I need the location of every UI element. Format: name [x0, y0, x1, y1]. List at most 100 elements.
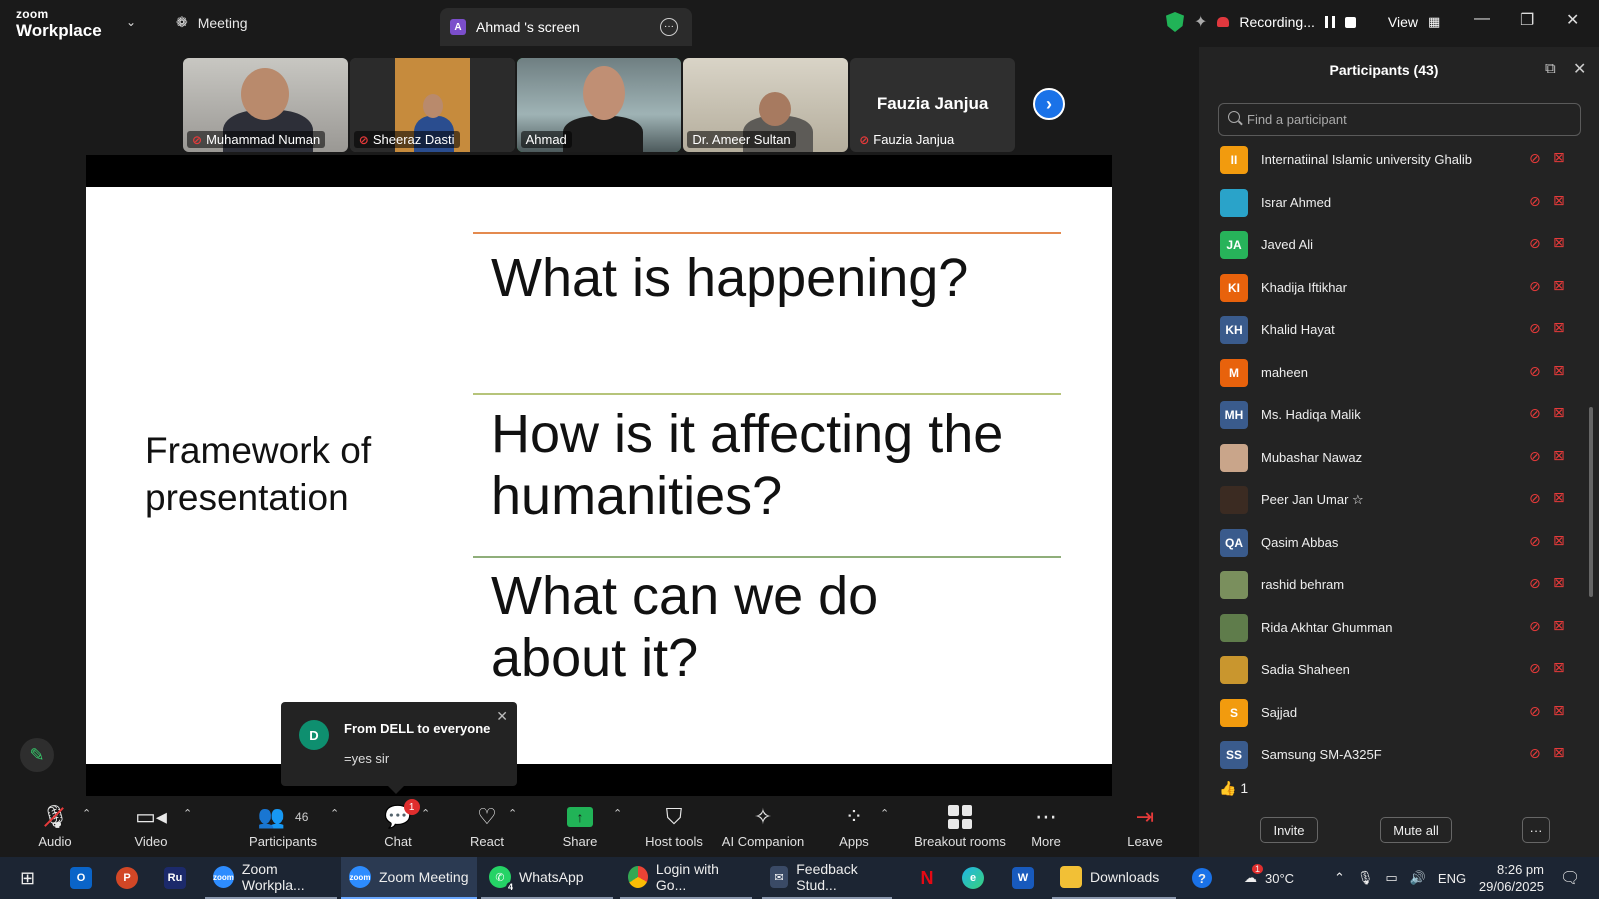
- word-icon[interactable]: W: [1004, 857, 1042, 899]
- participant-row[interactable]: Sadia Shaheen ⊘ ⊠: [1199, 650, 1579, 692]
- video-off-icon[interactable]: ⊠: [1553, 574, 1565, 591]
- screen-share-tab[interactable]: A Ahmad 's screen ···: [440, 8, 692, 46]
- participants-options-caret[interactable]: ⌃: [330, 807, 339, 820]
- more-options-icon[interactable]: ···: [660, 18, 678, 36]
- sparkle-icon[interactable]: ✦: [1194, 12, 1207, 32]
- view-grid-icon[interactable]: ▦: [1428, 14, 1440, 30]
- video-off-icon[interactable]: ⊠: [1553, 192, 1565, 209]
- leave-button[interactable]: ⇥ Leave: [1100, 803, 1190, 849]
- mic-muted-icon[interactable]: ⊘: [1529, 320, 1541, 337]
- minimize-icon[interactable]: —: [1474, 10, 1490, 28]
- participant-row[interactable]: KI Khadija Iftikhar ⊘ ⊠: [1199, 268, 1579, 310]
- windows-start-icon[interactable]: ⊞: [12, 857, 43, 899]
- chevron-down-icon[interactable]: ⌄: [126, 15, 136, 29]
- react-options-caret[interactable]: ⌃: [508, 807, 517, 820]
- outlook-icon[interactable]: O: [62, 857, 100, 899]
- participant-row[interactable]: Mmaheen ⊘ ⊠: [1199, 353, 1579, 395]
- taskbar-app[interactable]: Downloads: [1052, 857, 1176, 899]
- breakout-rooms-button[interactable]: Breakout rooms: [905, 803, 1015, 849]
- video-off-icon[interactable]: ⊠: [1553, 149, 1565, 166]
- participant-row[interactable]: KH Khalid Hayat ⊘ ⊠: [1199, 310, 1579, 352]
- mic-muted-icon[interactable]: ⊘: [1529, 235, 1541, 252]
- participant-search-input[interactable]: Find a participant: [1218, 103, 1581, 136]
- participant-row[interactable]: Mubashar Nawaz ⊘ ⊠: [1199, 438, 1579, 480]
- mic-muted-icon[interactable]: ⊘: [1529, 405, 1541, 422]
- help-icon[interactable]: ?: [1192, 857, 1212, 899]
- participant-row[interactable]: Israr Ahmed ⊘ ⊠: [1199, 183, 1579, 225]
- video-off-icon[interactable]: ⊠: [1553, 617, 1565, 634]
- tray-expand-icon[interactable]: ⌃: [1334, 870, 1345, 886]
- video-off-icon[interactable]: ⊠: [1553, 362, 1565, 379]
- security-shield-icon[interactable]: [1166, 12, 1184, 32]
- battery-icon[interactable]: ▭: [1385, 870, 1397, 886]
- taskbar-app[interactable]: ✉ Feedback Stud...: [762, 857, 892, 899]
- share-button[interactable]: ↑ Share: [535, 803, 625, 849]
- invite-button[interactable]: Invite: [1260, 817, 1318, 843]
- chat-options-caret[interactable]: ⌃: [421, 807, 430, 820]
- participant-row[interactable]: II Internatiinal Islamic university Ghali…: [1199, 140, 1579, 182]
- video-tile[interactable]: ⊘ Sheeraz Dasti: [349, 58, 515, 152]
- close-icon[interactable]: ✕: [496, 708, 508, 725]
- participant-row[interactable]: MH Ms. Hadiqa Malik ⊘ ⊠: [1199, 395, 1579, 437]
- close-icon[interactable]: ✕: [1573, 59, 1586, 79]
- meeting-tab[interactable]: ❁ Meeting: [176, 14, 248, 31]
- video-tile[interactable]: Dr. Ameer Sultan: [683, 58, 849, 152]
- clock[interactable]: 8:26 pm 29/06/2025: [1468, 857, 1544, 899]
- video-tile[interactable]: Fauzia Janjua ⊘ Fauzia Janjua: [850, 58, 1015, 152]
- ru-app-icon[interactable]: Ru: [156, 857, 194, 899]
- video-off-icon[interactable]: ⊠: [1553, 447, 1565, 464]
- mic-muted-icon[interactable]: ⊘: [1529, 660, 1541, 677]
- mic-muted-icon[interactable]: ⊘: [1529, 150, 1541, 167]
- video-options-caret[interactable]: ⌃: [183, 807, 192, 820]
- video-off-icon[interactable]: ⊠: [1553, 659, 1565, 676]
- host-tools-button[interactable]: ⛉ Host tools: [629, 803, 719, 849]
- participant-row[interactable]: JA Javed Ali ⊘ ⊠: [1199, 225, 1579, 267]
- taskbar-app[interactable]: ✆ 4 WhatsApp: [481, 857, 613, 899]
- view-button[interactable]: View: [1388, 14, 1418, 30]
- close-icon[interactable]: ✕: [1566, 10, 1579, 30]
- taskbar-app[interactable]: zoom Zoom Meeting: [341, 857, 477, 899]
- ai-companion-button[interactable]: ✧ AI Companion: [718, 803, 808, 849]
- mic-muted-icon[interactable]: ⊘: [1529, 278, 1541, 295]
- netflix-icon[interactable]: N: [908, 857, 946, 899]
- weather-widget[interactable]: ☁ 1 30°C: [1244, 857, 1294, 899]
- audio-options-caret[interactable]: ⌃: [82, 807, 91, 820]
- restore-icon[interactable]: ❐: [1520, 10, 1534, 30]
- pause-recording-icon[interactable]: [1324, 16, 1335, 28]
- more-button[interactable]: ⋯ More: [1001, 803, 1091, 849]
- video-off-icon[interactable]: ⊠: [1553, 319, 1565, 336]
- gallery-next-button[interactable]: ›: [1033, 88, 1065, 120]
- apps-options-caret[interactable]: ⌃: [880, 807, 889, 820]
- video-off-icon[interactable]: ⊠: [1553, 489, 1565, 506]
- video-off-icon[interactable]: ⊠: [1553, 532, 1565, 549]
- annotate-pencil-icon[interactable]: ✎: [20, 738, 54, 772]
- video-off-icon[interactable]: ⊠: [1553, 234, 1565, 251]
- active-speaker-tile[interactable]: Ahmad: [516, 58, 682, 152]
- taskbar-app[interactable]: zoom Zoom Workpla...: [205, 857, 337, 899]
- share-options-caret[interactable]: ⌃: [613, 807, 622, 820]
- notifications-icon[interactable]: 🗨: [1560, 857, 1580, 899]
- participant-row[interactable]: QA Qasim Abbas ⊘ ⊠: [1199, 523, 1579, 565]
- mic-muted-icon[interactable]: ⊘: [1529, 575, 1541, 592]
- video-off-icon[interactable]: ⊠: [1553, 277, 1565, 294]
- stop-recording-icon[interactable]: [1344, 16, 1356, 28]
- mic-muted-icon[interactable]: ⊘: [1529, 490, 1541, 507]
- participants-button[interactable]: 👥 46 Participants: [238, 803, 328, 849]
- mic-muted-icon[interactable]: ⊘: [1529, 745, 1541, 762]
- participant-row[interactable]: S Sajjad ⊘ ⊠: [1199, 693, 1579, 735]
- participant-row[interactable]: Peer Jan Umar ☆ ⊘ ⊠: [1199, 480, 1579, 522]
- participant-list-scrollbar[interactable]: [1589, 407, 1593, 597]
- edge-icon[interactable]: e: [954, 857, 992, 899]
- video-off-icon[interactable]: ⊠: [1553, 702, 1565, 719]
- video-tile[interactable]: ⊘ Muhammad Numan: [183, 58, 348, 152]
- microphone-icon[interactable]: 🎙: [1357, 870, 1374, 886]
- video-off-icon[interactable]: ⊠: [1553, 404, 1565, 421]
- language-indicator[interactable]: ENG: [1438, 871, 1466, 886]
- participant-row[interactable]: rashid behram ⊘ ⊠: [1199, 565, 1579, 607]
- more-options-button[interactable]: ···: [1522, 817, 1550, 843]
- volume-icon[interactable]: 🔊: [1410, 870, 1426, 886]
- mic-muted-icon[interactable]: ⊘: [1529, 533, 1541, 550]
- video-off-icon[interactable]: ⊠: [1553, 744, 1565, 761]
- participant-row[interactable]: Rida Akhtar Ghumman ⊘ ⊠: [1199, 608, 1579, 650]
- powerpoint-icon[interactable]: P: [108, 857, 146, 899]
